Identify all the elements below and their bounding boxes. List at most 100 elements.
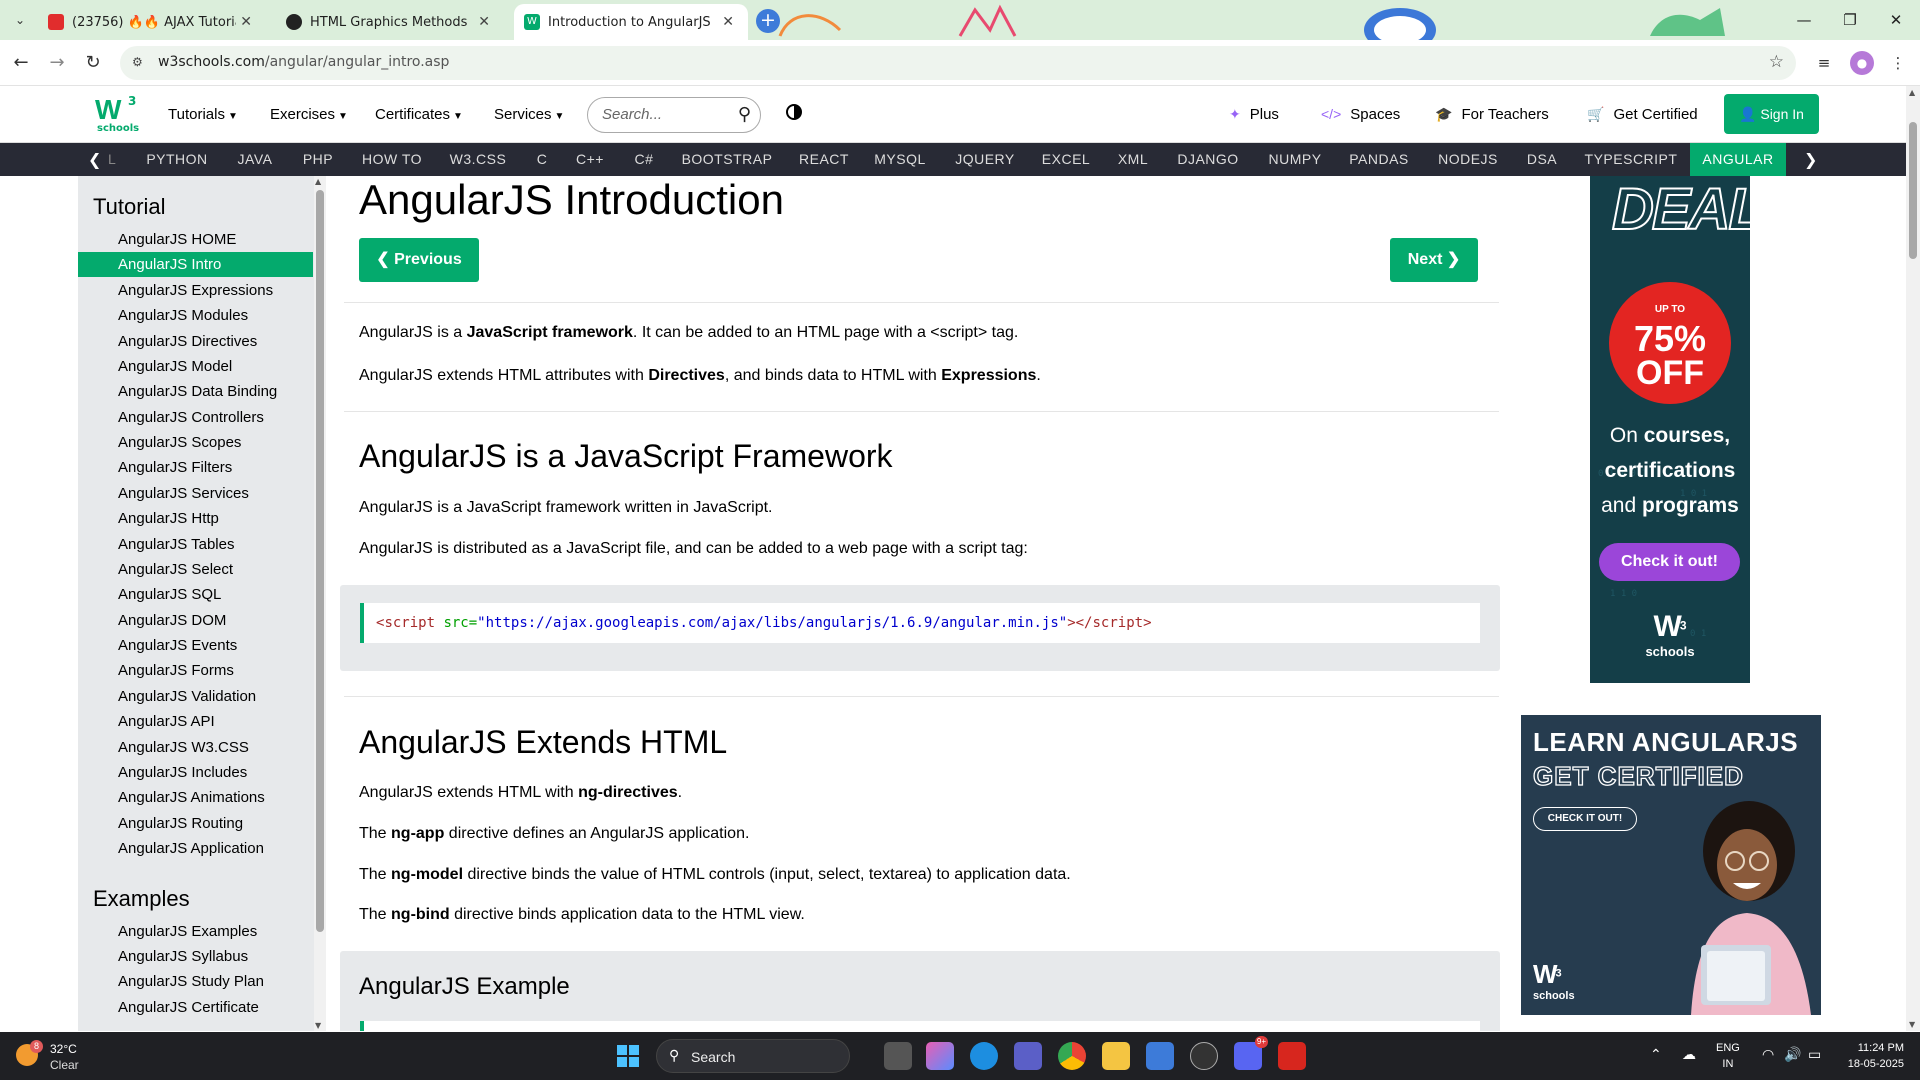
topic-php[interactable]: PHP xyxy=(298,143,338,176)
microsoft-store-icon[interactable] xyxy=(1146,1042,1174,1070)
chrome-icon[interactable] xyxy=(1058,1042,1086,1070)
sidebar-item-home[interactable]: AngularJS HOME xyxy=(78,227,313,252)
menu-services[interactable]: Services ▼ xyxy=(494,106,564,123)
battery-icon[interactable]: ▭ xyxy=(1808,1046,1821,1063)
topic-jquery[interactable]: JQUERY xyxy=(950,143,1020,176)
sidebar-item-controllers[interactable]: AngularJS Controllers xyxy=(78,405,313,430)
search-icon[interactable]: ⚲ xyxy=(738,104,751,125)
windows-start-icon[interactable] xyxy=(614,1042,642,1070)
back-arrow-icon[interactable]: ← xyxy=(8,50,34,76)
topic-dsa[interactable]: DSA xyxy=(1522,143,1562,176)
sidebar-item-routing[interactable]: AngularJS Routing xyxy=(78,811,313,836)
w3schools-logo[interactable]: W 3 schools xyxy=(95,94,139,134)
url-text[interactable]: w3schools.com/angular/angular_intro.asp xyxy=(158,54,449,70)
sidebar-item-validation[interactable]: AngularJS Validation xyxy=(78,684,313,709)
discord-icon[interactable]: 9+ xyxy=(1234,1036,1268,1070)
topic-how-to[interactable]: HOW TO xyxy=(358,143,426,176)
topic-nodejs[interactable]: NODEJS xyxy=(1434,143,1502,176)
sidebar-item-w3css[interactable]: AngularJS W3.CSS xyxy=(78,735,313,760)
close-window-button[interactable]: ✕ xyxy=(1873,0,1919,40)
scroll-down-arrow-icon[interactable]: ▼ xyxy=(315,1021,321,1030)
sidebar-scroll-thumb[interactable] xyxy=(316,190,324,932)
dark-mode-toggle-icon[interactable] xyxy=(786,104,802,120)
topic-w3css[interactable]: W3.CSS xyxy=(448,143,508,176)
code-snippet[interactable]: <script src="https://ajax.googleapis.com… xyxy=(360,603,1480,643)
menu-exercises[interactable]: Exercises ▼ xyxy=(270,106,348,123)
file-explorer-icon[interactable] xyxy=(1102,1042,1130,1070)
edge-browser-icon[interactable] xyxy=(970,1042,998,1070)
topic-excel[interactable]: EXCEL xyxy=(1040,143,1092,176)
volume-icon[interactable]: 🔊 xyxy=(1784,1046,1801,1063)
sidebar-item-api[interactable]: AngularJS API xyxy=(78,709,313,734)
page-scrollbar[interactable]: ▲ ▼ xyxy=(1906,86,1920,1031)
menu-certificates[interactable]: Certificates ▼ xyxy=(375,106,463,123)
topic-mysql[interactable]: MYSQL xyxy=(872,143,928,176)
topic-partial[interactable]: L xyxy=(108,143,116,176)
sidebar-item-filters[interactable]: AngularJS Filters xyxy=(78,455,313,480)
sidebar-item-services[interactable]: AngularJS Services xyxy=(78,481,313,506)
tab-ajax-tutorial[interactable]: (23756) 🔥🔥 AJAX Tutorial in ✕ xyxy=(38,4,266,40)
acrobat-reader-icon[interactable] xyxy=(1278,1042,1306,1070)
sidebar-item-certificate[interactable]: AngularJS Certificate xyxy=(78,995,313,1020)
sidebar-item-syllabus[interactable]: AngularJS Syllabus xyxy=(78,944,313,969)
forward-arrow-icon[interactable]: → xyxy=(44,50,70,76)
tab-search-button[interactable]: ⌄ xyxy=(8,10,32,30)
page-scroll-thumb[interactable] xyxy=(1909,122,1917,259)
show-hidden-icons-icon[interactable]: ⌃ xyxy=(1650,1046,1662,1063)
sidebar-item-application[interactable]: AngularJS Application xyxy=(78,836,313,861)
topic-xml[interactable]: XML xyxy=(1114,143,1152,176)
topic-react[interactable]: REACT xyxy=(796,143,852,176)
wifi-icon[interactable]: ◠ xyxy=(1762,1046,1774,1063)
topic-c[interactable]: C xyxy=(530,143,554,176)
dell-icon[interactable] xyxy=(1190,1042,1218,1070)
scroll-up-arrow-icon[interactable]: ▲ xyxy=(315,177,321,186)
sidebar-item-tables[interactable]: AngularJS Tables xyxy=(78,532,313,557)
sidebar-item-scopes[interactable]: AngularJS Scopes xyxy=(78,430,313,455)
sidebar-item-modules[interactable]: AngularJS Modules xyxy=(78,303,313,328)
teams-icon[interactable] xyxy=(1014,1042,1042,1070)
sidebar-item-dom[interactable]: AngularJS DOM xyxy=(78,608,313,633)
topic-django[interactable]: DJANGO xyxy=(1172,143,1244,176)
sidebar-item-model[interactable]: AngularJS Model xyxy=(78,354,313,379)
close-tab-icon[interactable]: ✕ xyxy=(718,14,738,30)
clock[interactable]: 11:24 PM 18-05-2025 xyxy=(1842,1040,1904,1072)
sidebar-item-data-binding[interactable]: AngularJS Data Binding xyxy=(78,379,313,404)
url-bar[interactable]: ⚙ w3schools.com/angular/angular_intro.as… xyxy=(120,46,1796,80)
topic-python[interactable]: PYTHON xyxy=(140,143,214,176)
sidebar-item-study-plan[interactable]: AngularJS Study Plan xyxy=(78,969,313,994)
copilot-icon[interactable] xyxy=(926,1042,954,1070)
taskbar-search[interactable]: ⚲ Search xyxy=(656,1039,850,1073)
sidebar-item-sql[interactable]: AngularJS SQL xyxy=(78,582,313,607)
language-indicator[interactable]: ENG IN xyxy=(1716,1040,1740,1072)
tab-introduction-angularjs[interactable]: W Introduction to AngularJS ✕ xyxy=(514,4,748,40)
ad-learn-angularjs-banner[interactable]: LEARN ANGULARJS GET CERTIFIED CHECK IT O… xyxy=(1521,715,1821,1015)
topic-numpy[interactable]: NUMPY xyxy=(1264,143,1326,176)
scroll-up-arrow-icon[interactable]: ▲ xyxy=(1909,88,1915,97)
tab-html-graphics[interactable]: HTML Graphics Methods ✕ xyxy=(276,4,504,40)
menu-kebab-icon[interactable]: ⋮ xyxy=(1886,51,1910,75)
topic-csharp[interactable]: C# xyxy=(630,143,658,176)
maximize-button[interactable]: ❐ xyxy=(1827,0,1873,40)
weather-widget[interactable]: 8 32°C Clear xyxy=(16,1040,106,1074)
cloud-onedrive-icon[interactable]: ☁ xyxy=(1682,1046,1696,1063)
sidebar-item-intro[interactable]: AngularJS Intro xyxy=(78,252,313,277)
topic-bootstrap[interactable]: BOOTSTRAP xyxy=(680,143,774,176)
topic-pandas[interactable]: PANDAS xyxy=(1346,143,1412,176)
topic-cpp[interactable]: C++ xyxy=(572,143,608,176)
sidebar-item-animations[interactable]: AngularJS Animations xyxy=(78,785,313,810)
topic-java[interactable]: JAVA xyxy=(232,143,278,176)
sidebar-item-includes[interactable]: AngularJS Includes xyxy=(78,760,313,785)
scroll-right-arrow-icon[interactable]: ❯ xyxy=(1804,143,1817,176)
profile-avatar-icon[interactable]: ● xyxy=(1850,51,1874,75)
ad-deal-banner[interactable]: 0 1 1 0 11 0 11 1 00 1 DEAL UP TO 75% OF… xyxy=(1590,176,1750,683)
sidebar-item-forms[interactable]: AngularJS Forms xyxy=(78,658,313,683)
bookmark-star-icon[interactable]: ☆ xyxy=(1769,52,1784,72)
next-button[interactable]: Next ❯ xyxy=(1390,238,1478,282)
link-for-teachers[interactable]: 🎓 For Teachers xyxy=(1435,106,1549,123)
ad2-check-it-out-button[interactable]: CHECK IT OUT! xyxy=(1533,807,1637,831)
link-get-certified[interactable]: 🛒 Get Certified xyxy=(1587,106,1698,123)
close-tab-icon[interactable]: ✕ xyxy=(474,14,494,30)
close-tab-icon[interactable]: ✕ xyxy=(236,14,256,30)
sidebar-item-examples[interactable]: AngularJS Examples xyxy=(78,919,313,944)
previous-button[interactable]: ❮ Previous xyxy=(359,238,479,282)
